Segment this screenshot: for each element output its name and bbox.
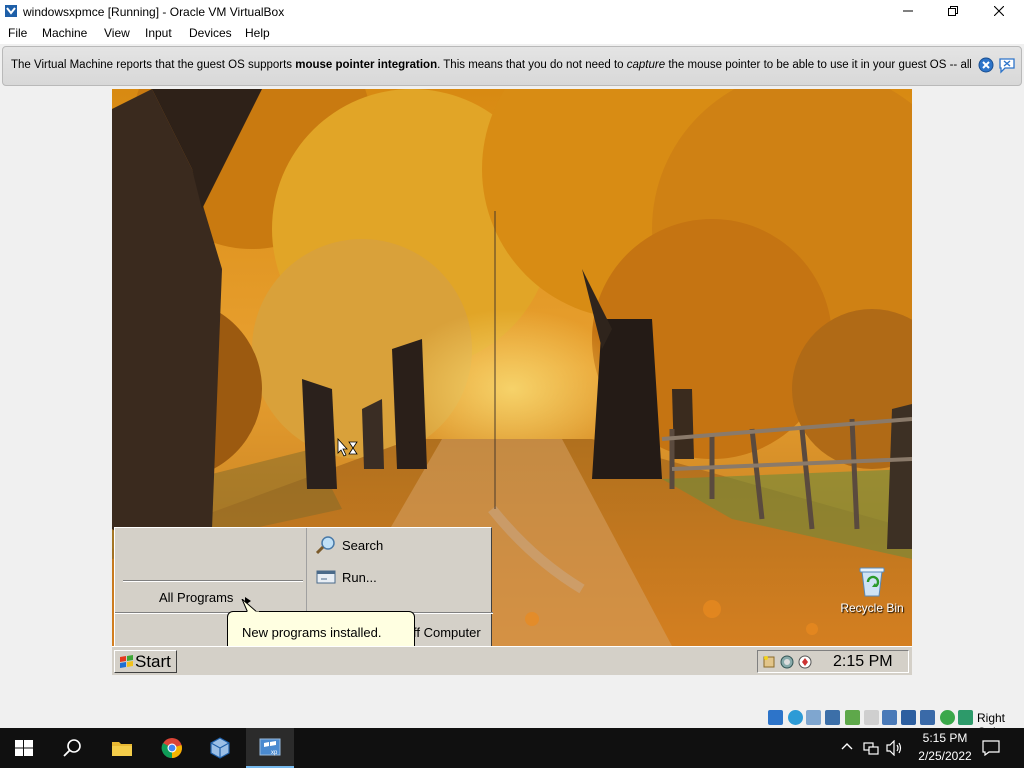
title-bar: windowsxpmce [Running] - Oracle VM Virtu… xyxy=(0,0,1024,23)
menu-input[interactable]: Input xyxy=(145,26,172,40)
host-clock-date[interactable]: 2/25/2022 xyxy=(910,749,980,763)
folder-icon xyxy=(112,742,132,756)
host-clock-time[interactable]: 5:15 PM xyxy=(910,731,980,745)
new-programs-tray-icon[interactable] xyxy=(761,654,777,670)
host-taskbar: xp 5:15 PM 2/25/2022 xyxy=(0,728,1024,768)
search-icon xyxy=(63,739,81,757)
show-hidden-icons-chevron-icon[interactable] xyxy=(840,740,854,757)
recording-status-icon[interactable] xyxy=(901,710,916,725)
vm-windows-xp-icon: xp xyxy=(259,738,281,756)
minimize-icon xyxy=(903,10,913,12)
taskbar-file-explorer[interactable] xyxy=(98,728,146,768)
menu-devices[interactable]: Devices xyxy=(189,26,232,40)
turn-off-computer-item[interactable]: ff Computer xyxy=(413,625,481,640)
windows-flag-icon xyxy=(119,655,134,672)
close-button[interactable] xyxy=(976,0,1022,23)
recycle-bin-icon xyxy=(859,567,885,597)
cpu-status-icon[interactable] xyxy=(920,710,935,725)
notice-text: The Virtual Machine reports that the gue… xyxy=(11,59,971,71)
windows-logo-icon xyxy=(15,740,33,756)
search-item[interactable]: Search xyxy=(315,535,465,558)
balloon-text: New programs installed. xyxy=(242,625,382,640)
guest-clock[interactable]: 2:15 PM xyxy=(833,653,893,671)
usb-status-icon[interactable] xyxy=(845,710,860,725)
taskbar-search-button[interactable] xyxy=(48,728,96,768)
network-status-icon[interactable] xyxy=(825,710,840,725)
menu-view[interactable]: View xyxy=(104,26,130,40)
audio-status-icon[interactable] xyxy=(806,710,821,725)
keyboard-capture-status-icon[interactable] xyxy=(958,710,973,725)
shared-folders-status-icon[interactable] xyxy=(864,710,879,725)
close-notice-icon[interactable] xyxy=(978,57,994,73)
action-center-icon[interactable] xyxy=(982,740,1000,759)
menu-machine[interactable]: Machine xyxy=(42,26,87,40)
taskbar-chrome[interactable] xyxy=(148,728,196,768)
menu-help[interactable]: Help xyxy=(245,26,270,40)
maximize-button[interactable] xyxy=(930,0,976,23)
run-label: Run... xyxy=(342,570,377,585)
vm-status-bar: Right Ctrl xyxy=(0,708,1024,739)
menu-file[interactable]: File xyxy=(8,26,27,40)
recycle-bin-label: Recycle Bin xyxy=(840,601,904,615)
minimize-button[interactable] xyxy=(885,0,931,23)
start-label: Start xyxy=(135,652,171,671)
taskbar-windowsxpmce-vm[interactable]: xp xyxy=(246,728,294,768)
do-not-show-again-icon[interactable] xyxy=(998,56,1016,74)
guest-display[interactable]: Recycle Bin All Programs Search Run... f… xyxy=(112,89,912,675)
hard-disk-status-icon[interactable] xyxy=(768,710,783,725)
chrome-icon xyxy=(161,738,182,759)
balloon-tail xyxy=(241,599,259,613)
run-icon xyxy=(315,567,337,587)
mouse-integration-notice: The Virtual Machine reports that the gue… xyxy=(2,46,1022,86)
run-item[interactable]: Run... xyxy=(315,570,465,590)
virtualbox-icon xyxy=(210,737,230,759)
volume-tray-icon[interactable] xyxy=(779,654,795,670)
display-status-icon[interactable] xyxy=(882,710,897,725)
virtualbox-app-icon xyxy=(4,4,18,18)
menu-bar: File Machine View Input Devices Help xyxy=(0,23,1024,44)
close-icon xyxy=(993,5,1005,17)
search-icon xyxy=(315,535,337,555)
taskbar-virtualbox[interactable] xyxy=(196,728,244,768)
volume-icon[interactable] xyxy=(886,739,904,759)
restore-icon xyxy=(948,6,958,16)
windows-start-button[interactable] xyxy=(0,728,48,768)
network-icon[interactable] xyxy=(863,740,879,759)
recycle-bin-desktop-item[interactable]: Recycle Bin xyxy=(837,564,907,615)
guest-taskbar: Start 2:15 PM xyxy=(112,646,912,675)
search-label: Search xyxy=(342,538,384,553)
start-menu-separator xyxy=(123,580,303,582)
busy-cursor-icon xyxy=(337,437,361,461)
optical-drive-status-icon[interactable] xyxy=(788,710,803,725)
all-programs-item[interactable]: All Programs xyxy=(159,590,233,605)
start-button[interactable]: Start xyxy=(114,650,177,673)
notification-area: 2:15 PM xyxy=(757,650,909,673)
mouse-integration-status-icon[interactable] xyxy=(940,710,955,725)
svg-text:xp: xp xyxy=(271,750,278,756)
network-tray-icon[interactable] xyxy=(797,654,813,670)
window-title: windowsxpmce [Running] - Oracle VM Virtu… xyxy=(23,5,285,19)
